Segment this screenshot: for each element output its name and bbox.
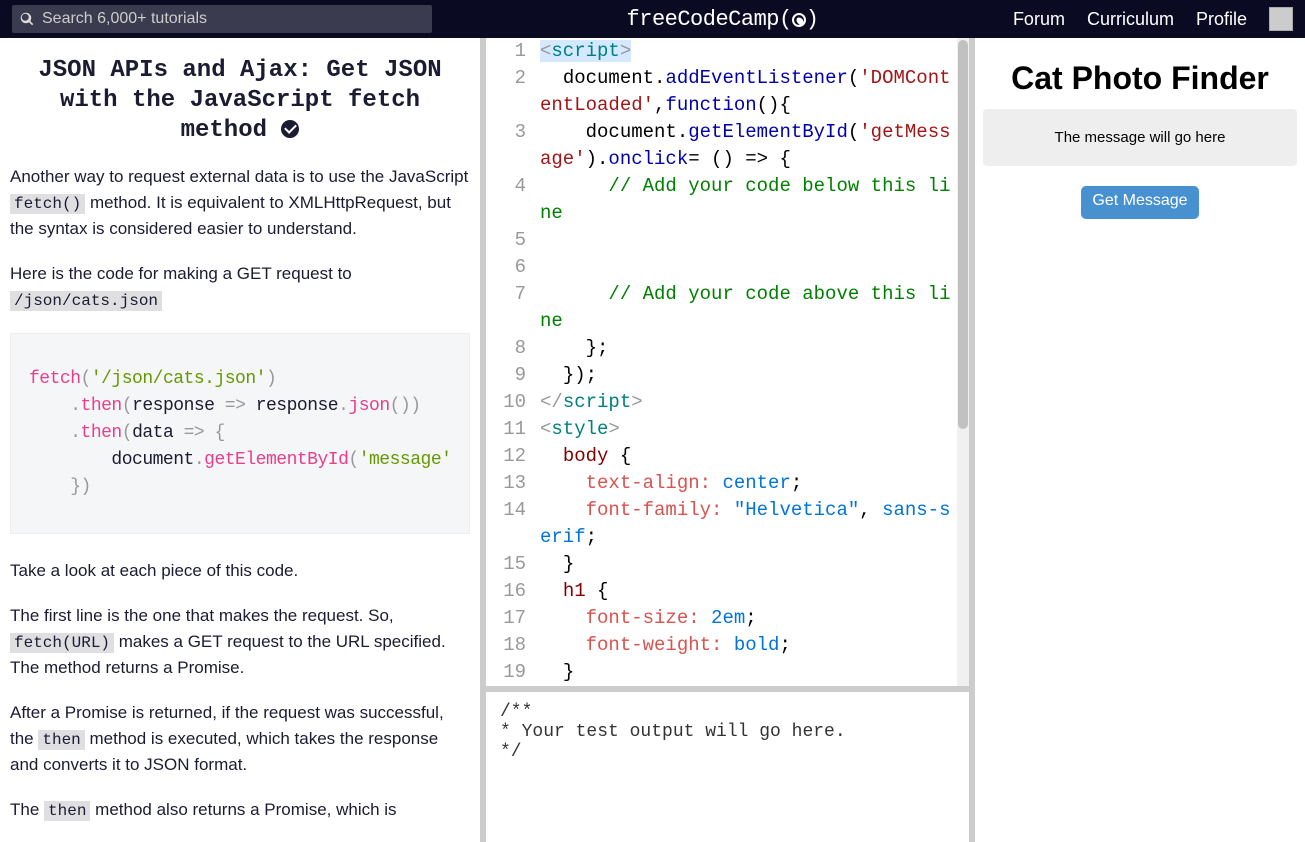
code-example: fetch('/json/cats.json') .then(response …: [10, 333, 470, 534]
code-editor[interactable]: 1<script>2 document.addEventListener('DO…: [486, 38, 969, 686]
flame-icon: [792, 13, 806, 27]
nav-profile[interactable]: Profile: [1196, 9, 1247, 30]
nav-forum[interactable]: Forum: [1013, 9, 1065, 30]
editor-line[interactable]: 4 // Add your code below this line: [486, 173, 969, 227]
search-input[interactable]: [42, 10, 424, 28]
inline-code: then: [38, 730, 84, 750]
message-box: The message will go here: [983, 109, 1297, 166]
inline-code: /json/cats.json: [10, 291, 162, 311]
lesson-paragraph: The then method also returns a Promise, …: [10, 797, 470, 823]
editor-panel: 1<script>2 document.addEventListener('DO…: [480, 38, 975, 842]
lesson-title: JSON APIs and Ajax: Get JSON with the Ja…: [20, 56, 460, 146]
check-circle-icon: [281, 120, 299, 138]
preview-title: Cat Photo Finder: [983, 60, 1297, 97]
editor-line[interactable]: 12 body {: [486, 443, 969, 470]
brand-logo[interactable]: freeCodeCamp(): [432, 7, 1013, 32]
editor-line[interactable]: 14 font-family: "Helvetica", sans-serif;: [486, 497, 969, 551]
editor-line[interactable]: 10</script>: [486, 389, 969, 416]
nav-links: Forum Curriculum Profile: [1013, 7, 1293, 31]
search-icon: [20, 12, 34, 26]
search-container[interactable]: [12, 5, 432, 33]
editor-line[interactable]: 16 h1 {: [486, 578, 969, 605]
editor-line[interactable]: 11<style>: [486, 416, 969, 443]
editor-line[interactable]: 2 document.addEventListener('DOMContentL…: [486, 65, 969, 119]
inline-code: then: [44, 801, 90, 821]
editor-line[interactable]: 7 // Add your code above this line: [486, 281, 969, 335]
editor-line[interactable]: 13 text-align: center;: [486, 470, 969, 497]
editor-line[interactable]: 8 };: [486, 335, 969, 362]
editor-line[interactable]: 15 }: [486, 551, 969, 578]
lesson-paragraph: Another way to request external data is …: [10, 164, 470, 241]
lesson-paragraph: After a Promise is returned, if the requ…: [10, 700, 470, 777]
editor-line[interactable]: 1<script>: [486, 38, 969, 65]
editor-line[interactable]: 5: [486, 227, 969, 254]
inline-code: fetch(): [10, 194, 85, 214]
editor-line[interactable]: 9 });: [486, 362, 969, 389]
scrollbar[interactable]: [957, 38, 969, 686]
test-output-console: /** * Your test output will go here. */: [486, 692, 969, 842]
editor-line[interactable]: 17 font-size: 2em;: [486, 605, 969, 632]
editor-line[interactable]: 19 }: [486, 659, 969, 686]
inline-code: fetch(URL): [10, 633, 114, 653]
top-nav-bar: freeCodeCamp() Forum Curriculum Profile: [0, 0, 1305, 38]
lesson-paragraph: Take a look at each piece of this code.: [10, 558, 470, 584]
avatar[interactable]: [1269, 7, 1293, 31]
editor-line[interactable]: 6: [486, 254, 969, 281]
editor-line[interactable]: 3 document.getElementById('getMessage').…: [486, 119, 969, 173]
lesson-panel: JSON APIs and Ajax: Get JSON with the Ja…: [0, 38, 480, 842]
editor-line[interactable]: 18 font-weight: bold;: [486, 632, 969, 659]
lesson-paragraph: The first line is the one that makes the…: [10, 603, 470, 680]
preview-panel: Cat Photo Finder The message will go her…: [975, 38, 1305, 842]
nav-curriculum[interactable]: Curriculum: [1087, 9, 1174, 30]
lesson-paragraph: Here is the code for making a GET reques…: [10, 261, 470, 313]
get-message-button[interactable]: Get Message: [1081, 186, 1198, 219]
